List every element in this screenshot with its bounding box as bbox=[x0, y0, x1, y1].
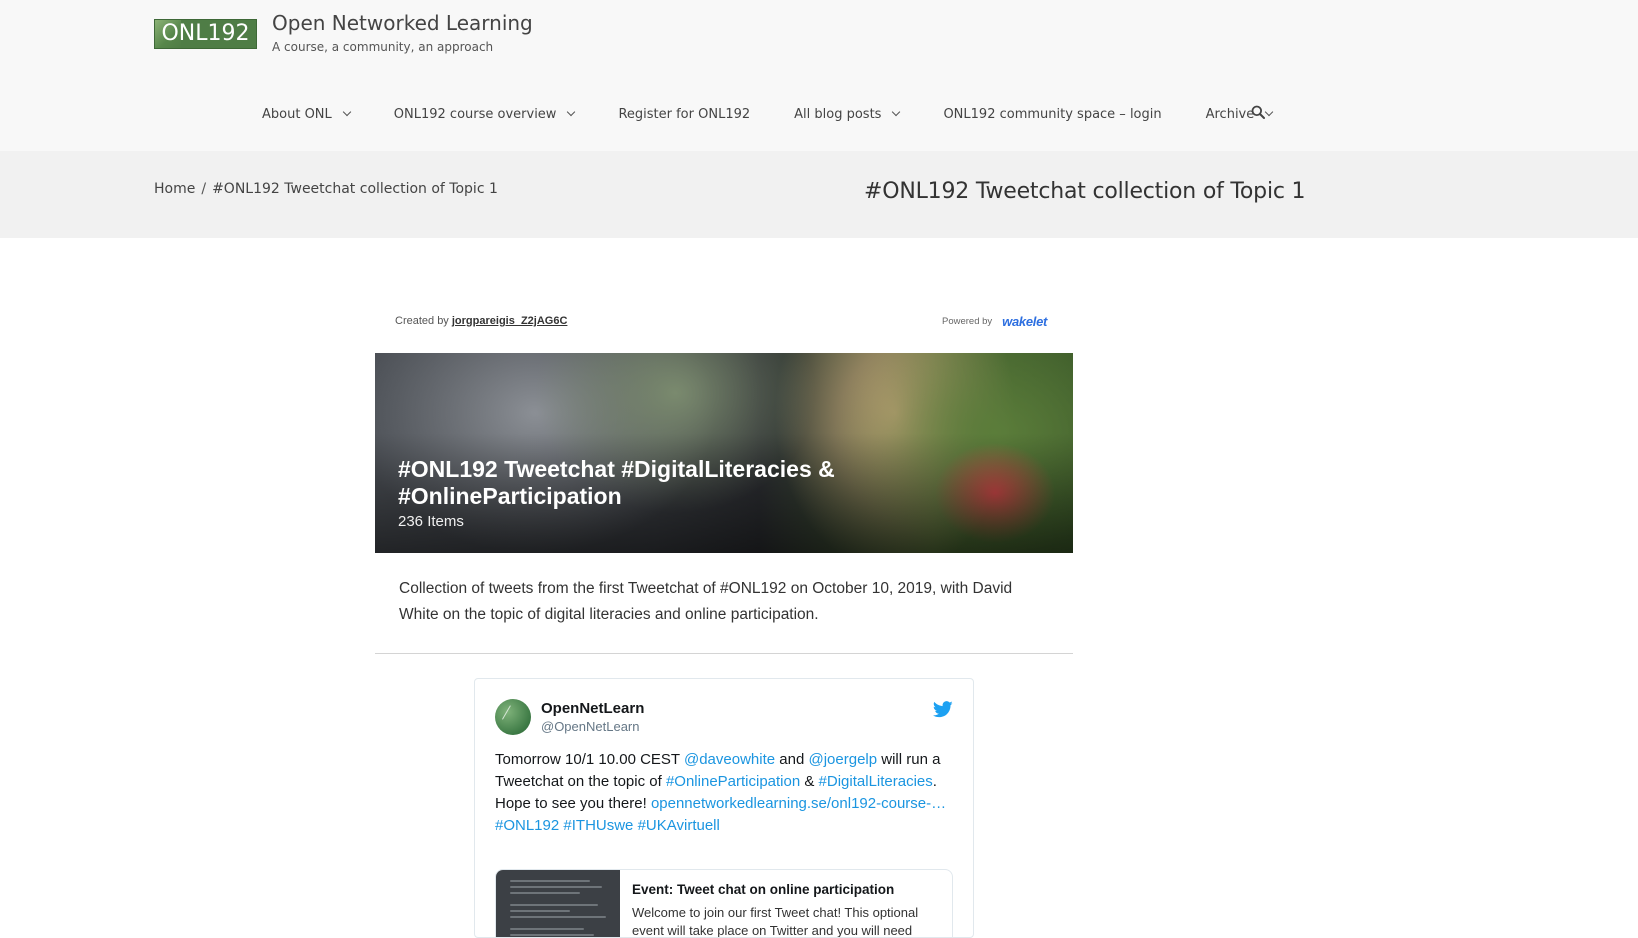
tweet-author-handle[interactable]: @OpenNetLearn bbox=[541, 719, 639, 734]
divider bbox=[375, 653, 1073, 654]
chevron-down-icon bbox=[1265, 107, 1274, 117]
mention-link[interactable]: @daveowhite bbox=[684, 751, 775, 768]
tweet-author-name[interactable]: OpenNetLearn bbox=[541, 700, 644, 717]
chevron-down-icon bbox=[342, 107, 352, 117]
hashtag-link[interactable]: #UKAvirtuell bbox=[638, 817, 720, 834]
nav-item-label: ONL192 course overview bbox=[393, 106, 557, 122]
created-by: Created by jorgpareigis_Z2jAG6C bbox=[395, 315, 567, 327]
nav-item-register[interactable]: Register for ONL192 bbox=[618, 107, 750, 122]
hashtag-link[interactable]: #ONL192 bbox=[495, 817, 559, 834]
collection-hero-image[interactable]: #ONL192 Tweetchat #DigitalLiteracies & #… bbox=[375, 353, 1073, 553]
chevron-down-icon bbox=[892, 107, 901, 117]
nav-item-about-onl[interactable]: About ONL bbox=[262, 106, 352, 122]
page-title: #ONL192 Tweetchat collection of Topic 1 bbox=[864, 179, 1306, 204]
breadcrumb-separator: / bbox=[201, 181, 207, 197]
mention-link[interactable]: @joergelp bbox=[808, 751, 877, 768]
breadcrumb: Home / #ONL192 Tweetchat collection of Top… bbox=[154, 181, 498, 197]
tweet-card[interactable]: OpenNetLearn @OpenNetLearn Tomorrow 10/1… bbox=[474, 678, 974, 938]
hashtag-link[interactable]: #ITHUswe bbox=[563, 817, 633, 834]
link-preview-thumbnail bbox=[496, 870, 620, 937]
link-preview-title: Event: Tweet chat on online participatio… bbox=[632, 882, 895, 897]
created-by-label: Created by bbox=[395, 315, 449, 327]
logo-text: ONL192 bbox=[161, 21, 250, 46]
breadcrumb-home-link[interactable]: Home bbox=[154, 181, 195, 197]
nav-item-label: Archive bbox=[1205, 106, 1255, 122]
hashtag-link[interactable]: #DigitalLiteracies bbox=[819, 773, 933, 790]
tweet-text-segment: & bbox=[800, 773, 819, 790]
hashtag-link[interactable]: #OnlineParticipation bbox=[666, 773, 800, 790]
site-logo[interactable]: ONL192 bbox=[154, 19, 257, 49]
avatar[interactable] bbox=[495, 699, 531, 735]
tweet-text-segment: Tomorrow 10/1 10.00 CEST bbox=[495, 751, 684, 768]
link-preview-card[interactable]: Event: Tweet chat on online participatio… bbox=[495, 869, 953, 938]
powered-by-label: Powered by bbox=[942, 316, 993, 327]
nav-item-course-overview[interactable]: ONL192 course overview bbox=[393, 106, 576, 122]
nav-item-label: Register for ONL192 bbox=[618, 106, 751, 122]
collection-title: #ONL192 Tweetchat #DigitalLiteracies & #… bbox=[398, 456, 835, 509]
creator-link[interactable]: jorgpareigis_Z2jAG6C bbox=[452, 315, 568, 327]
twitter-bird-icon[interactable] bbox=[933, 701, 953, 718]
breadcrumb-current: #ONL192 Tweetchat collection of Topic 1 bbox=[212, 181, 498, 197]
site-title[interactable]: Open Networked Learning bbox=[272, 11, 533, 35]
link-preview-text: Welcome to join our first Tweet chat! Th… bbox=[632, 905, 919, 938]
url-link[interactable]: opennetworkedlearning.se/onl192-course-… bbox=[651, 795, 946, 812]
collection-item-count: 236 Items bbox=[398, 513, 464, 530]
wakelet-logo[interactable]: wakelet bbox=[1002, 314, 1047, 329]
powered-by: Powered by wakelet bbox=[942, 314, 1047, 329]
site-tagline: A course, a community, an approach bbox=[272, 40, 494, 54]
nav-item-label: About ONL bbox=[262, 106, 332, 122]
nav-item-community-login[interactable]: ONL192 community space – login bbox=[943, 107, 1161, 122]
site-header: ONL192 Open Networked Learning A course,… bbox=[0, 0, 1638, 151]
nav-item-label: All blog posts bbox=[794, 106, 882, 122]
nav-item-blog-posts[interactable]: All blog posts bbox=[794, 106, 901, 122]
chevron-down-icon bbox=[567, 107, 576, 117]
search-icon[interactable] bbox=[1251, 105, 1265, 119]
main-nav: About ONL ONL192 course overview Registe… bbox=[262, 104, 1316, 124]
collection-description: Collection of tweets from the first Twee… bbox=[399, 580, 1013, 623]
tweet-text: Tomorrow 10/1 10.00 CEST @daveowhite and… bbox=[495, 749, 955, 837]
tweet-text-segment: and bbox=[775, 751, 809, 768]
nav-item-label: ONL192 community space – login bbox=[943, 106, 1162, 122]
